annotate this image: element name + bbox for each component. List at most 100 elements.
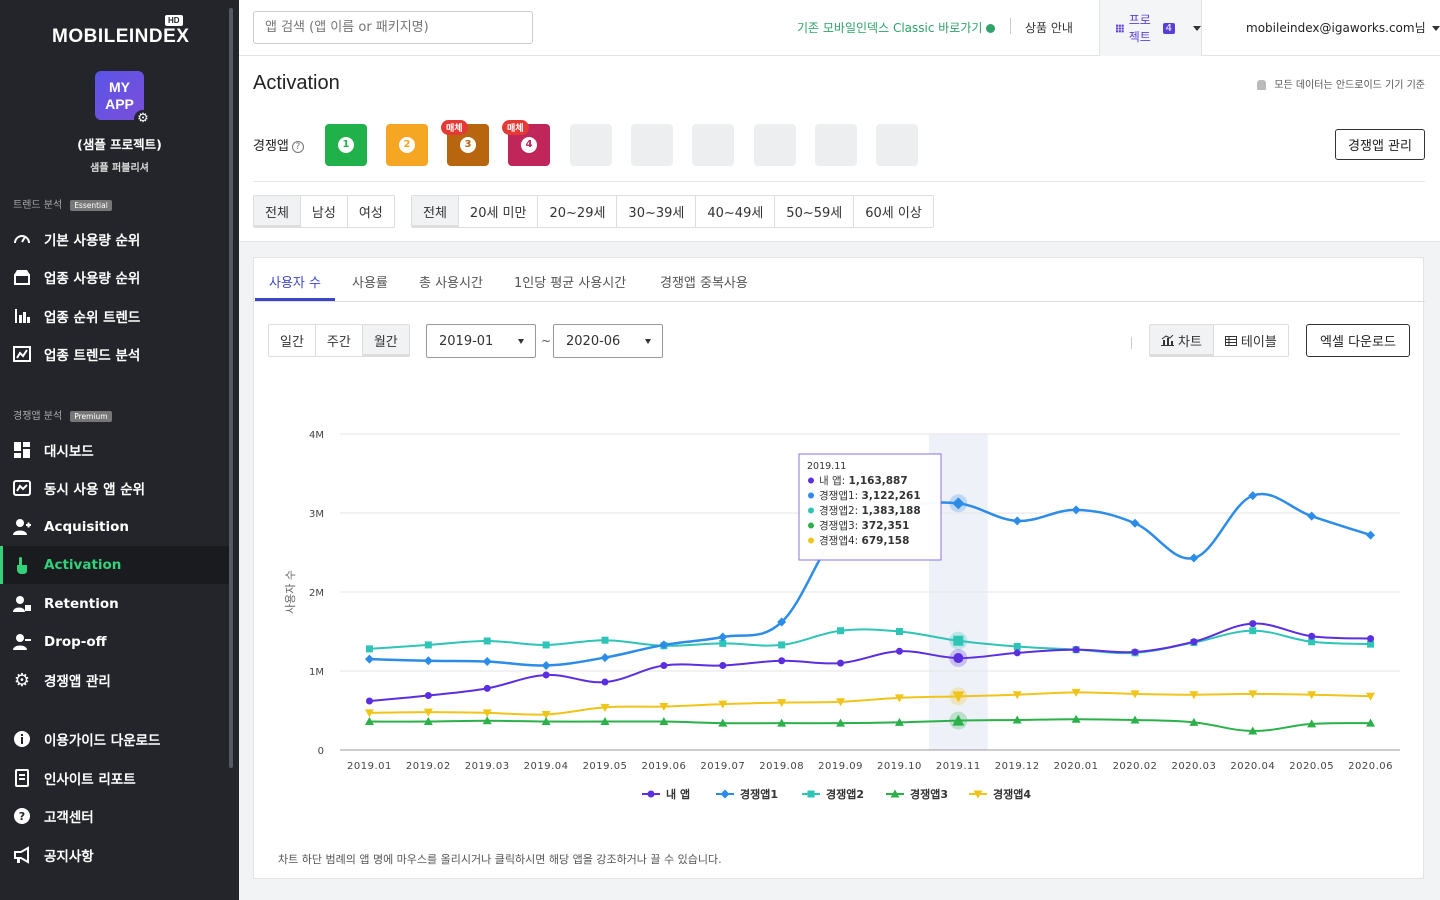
app-number: 3 bbox=[460, 137, 476, 153]
y-tick-label: 1M bbox=[309, 667, 324, 678]
competitor-app-2[interactable]: 2 bbox=[386, 124, 428, 166]
sidebar-item-label: Retention bbox=[44, 596, 119, 612]
sidebar-item-industry-trend-analysis[interactable]: 업종 트렌드 분석 bbox=[0, 335, 233, 373]
view-chart-button[interactable]: 차트 bbox=[1150, 325, 1214, 356]
project-menu-button[interactable]: 프로젝트 4 bbox=[1099, 0, 1202, 56]
tab-avg-time[interactable]: 1인당 평균 사용시간 bbox=[514, 272, 626, 291]
tooltip-row: 경쟁앱3: 372,351 bbox=[819, 519, 909, 532]
data-point bbox=[719, 661, 727, 669]
sidebar-item-acquisition[interactable]: Acquisition bbox=[0, 508, 233, 546]
date-to-select[interactable]: 2020-06 bbox=[553, 324, 663, 358]
section-trend-analysis: 트렌드 분석 Essential bbox=[13, 196, 112, 211]
legend-item[interactable]: 내 앱 bbox=[666, 787, 690, 801]
sidebar-item-label: 업종 사용량 순위 bbox=[44, 271, 141, 287]
x-tick-label: 2019.02 bbox=[406, 761, 451, 772]
x-tick-label: 2019.08 bbox=[759, 761, 804, 772]
legend-item[interactable]: 경쟁앱2 bbox=[826, 787, 864, 801]
empty-app-slot[interactable] bbox=[876, 124, 918, 166]
view-toggle: 차트 테이블 bbox=[1149, 324, 1289, 357]
sidebar-item-industry-rank-trend[interactable]: 업종 순위 트렌드 bbox=[0, 297, 233, 335]
tooltip-series-name: 경쟁앱1: bbox=[819, 489, 862, 502]
sidebar-item-drop-off[interactable]: Drop-off bbox=[0, 623, 233, 661]
period-weekly[interactable]: 주간 bbox=[316, 325, 363, 356]
age-40s[interactable]: 40~49세 bbox=[696, 196, 776, 227]
top-header: 기존 모바일인덱스 Classic 바로가기 상품 안내 프로젝트 4 mobi… bbox=[239, 0, 1440, 56]
data-point bbox=[1367, 635, 1375, 643]
chart-panel: 사용자 수 사용률 총 사용시간 1인당 평균 사용시간 경쟁앱 중복사용 일간… bbox=[253, 257, 1425, 879]
android-note-text: 모든 데이터는 안드로이드 기기 기준 bbox=[1274, 80, 1425, 91]
tab-overlap[interactable]: 경쟁앱 중복사용 bbox=[660, 272, 748, 291]
gender-female[interactable]: 여성 bbox=[348, 196, 394, 227]
report-icon bbox=[12, 768, 32, 788]
legend-item[interactable]: 경쟁앱1 bbox=[740, 787, 778, 801]
date-from-select[interactable]: 2019-01 bbox=[426, 324, 536, 358]
sidebar-item-activation[interactable]: Activation bbox=[0, 546, 233, 584]
bar-chart-icon bbox=[12, 306, 32, 326]
app-search-input[interactable] bbox=[253, 11, 533, 44]
sidebar-item-label: Activation bbox=[44, 557, 122, 573]
classic-link-label: 기존 모바일인덱스 Classic 바로가기 bbox=[797, 21, 983, 35]
empty-app-slot[interactable] bbox=[754, 124, 796, 166]
manage-competitors-button[interactable]: 경쟁앱 관리 bbox=[1335, 129, 1425, 160]
legend-item[interactable]: 경쟁앱4 bbox=[993, 787, 1031, 801]
tooltip-title: 2019.11 bbox=[807, 461, 846, 472]
excel-download-button[interactable]: 엑셀 다운로드 bbox=[1306, 324, 1410, 357]
sidebar-item-industry-usage-rank[interactable]: 업종 사용량 순위 bbox=[0, 258, 233, 296]
competitor-app-3[interactable]: 3 매체 bbox=[441, 120, 489, 166]
legend-item[interactable]: 경쟁앱3 bbox=[910, 787, 948, 801]
competitor-app-4[interactable]: 4 매체 bbox=[502, 120, 550, 166]
sidebar-item-guide-download[interactable]: 이용가이드 다운로드 bbox=[0, 720, 233, 758]
age-all[interactable]: 전체 bbox=[412, 196, 459, 227]
period-monthly[interactable]: 월간 bbox=[362, 325, 409, 356]
tooltip-row: 경쟁앱4: 679,158 bbox=[819, 534, 909, 547]
competitor-app-1[interactable]: 1 bbox=[325, 124, 367, 166]
empty-app-slot[interactable] bbox=[570, 124, 612, 166]
tab-total-time[interactable]: 총 사용시간 bbox=[419, 272, 483, 291]
gender-male[interactable]: 남성 bbox=[301, 196, 348, 227]
sidebar-item-insight-report[interactable]: 인사이트 리포트 bbox=[0, 759, 233, 797]
empty-app-slot[interactable] bbox=[692, 124, 734, 166]
empty-app-slot[interactable] bbox=[815, 124, 857, 166]
x-tick-label: 2020.01 bbox=[1054, 761, 1099, 772]
sidebar-item-customer-center[interactable]: ? 고객센터 bbox=[0, 797, 233, 835]
gender-all[interactable]: 전체 bbox=[254, 196, 301, 227]
age-60-plus[interactable]: 60세 이상 bbox=[854, 196, 933, 227]
sidebar-item-competitor-manage[interactable]: ⚙ 경쟁앱 관리 bbox=[0, 661, 233, 699]
sidebar-item-label: 고객센터 bbox=[44, 810, 94, 826]
data-point bbox=[424, 641, 432, 649]
essential-badge: Essential bbox=[70, 199, 112, 211]
empty-app-slot[interactable] bbox=[631, 124, 673, 166]
user-email: mobileindex@igaworks.com님 bbox=[1246, 21, 1426, 35]
age-20s[interactable]: 20~29세 bbox=[538, 196, 618, 227]
product-info-link[interactable]: 상품 안내 bbox=[1025, 19, 1073, 36]
tab-usage-rate[interactable]: 사용률 bbox=[352, 272, 388, 291]
competitor-apps-label-text: 경쟁앱 bbox=[253, 139, 289, 154]
sidebar-item-dashboard[interactable]: 대시보드 bbox=[0, 431, 233, 469]
project-settings-gear-icon[interactable]: ⚙ bbox=[134, 110, 152, 128]
period-daily[interactable]: 일간 bbox=[269, 325, 316, 356]
sidebar-scrollbar[interactable] bbox=[229, 8, 233, 768]
data-point bbox=[601, 636, 609, 644]
dashboard-icon bbox=[12, 440, 32, 460]
mobileindex-logo[interactable]: MOBILEINDEX bbox=[52, 26, 189, 48]
age-filter: 전체 20세 미만 20~29세 30~39세 40~49세 50~59세 60… bbox=[411, 195, 934, 228]
sidebar-item-concurrent-app-rank[interactable]: 동시 사용 앱 순위 bbox=[0, 469, 233, 507]
users-line-chart[interactable]: 0 1M 2M 3M 4M 사용자 수 2019.01 2019.02 2019.03 2019.… bbox=[254, 358, 1425, 808]
sidebar-item-label: 공지사항 bbox=[44, 849, 94, 865]
classic-link[interactable]: 기존 모바일인덱스 Classic 바로가기 bbox=[797, 19, 996, 36]
sidebar-item-basic-usage-rank[interactable]: 기본 사용량 순위 bbox=[0, 220, 233, 258]
sidebar-item-notices[interactable]: 공지사항 bbox=[0, 836, 233, 874]
android-note: 모든 데이터는 안드로이드 기기 기준 bbox=[1257, 76, 1425, 91]
sidebar-item-retention[interactable]: Retention bbox=[0, 585, 233, 623]
section-trend-label: 트렌드 분석 bbox=[13, 200, 63, 211]
chart-icon bbox=[1161, 335, 1174, 346]
view-table-button[interactable]: 테이블 bbox=[1214, 325, 1288, 356]
sidebar-item-label: Drop-off bbox=[44, 634, 107, 650]
age-50s[interactable]: 50~59세 bbox=[775, 196, 855, 227]
x-tick-label: 2019.01 bbox=[347, 761, 392, 772]
age-30s[interactable]: 30~39세 bbox=[617, 196, 697, 227]
tab-users[interactable]: 사용자 수 bbox=[269, 272, 321, 291]
age-under-20[interactable]: 20세 미만 bbox=[459, 196, 539, 227]
user-menu[interactable]: mobileindex@igaworks.com님 bbox=[1246, 19, 1440, 36]
help-icon[interactable]: ? bbox=[291, 140, 304, 153]
